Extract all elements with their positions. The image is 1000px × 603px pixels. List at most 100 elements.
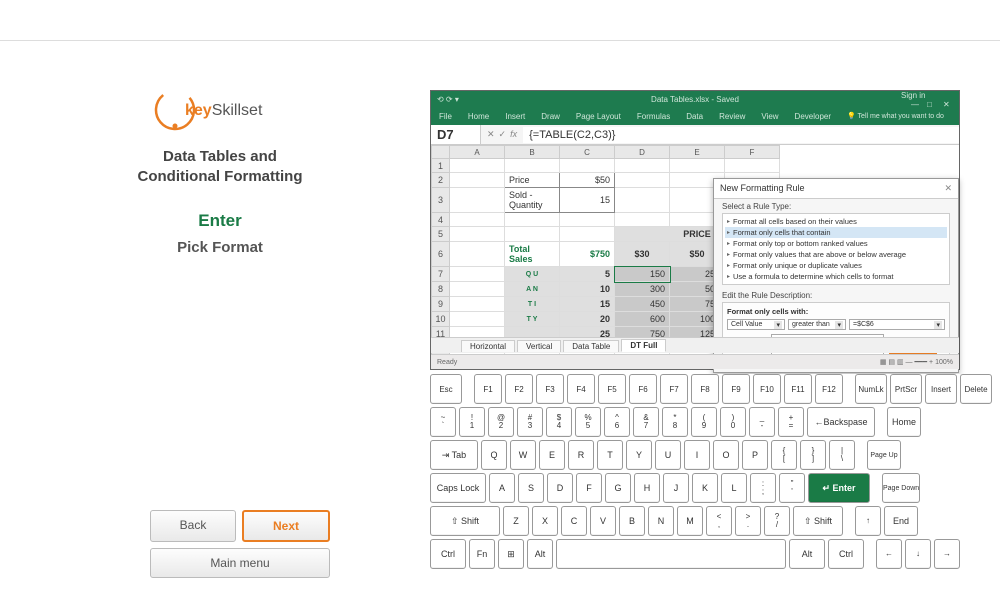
key[interactable]: {[: [771, 440, 797, 470]
confirm-formula-icon[interactable]: ✓: [499, 129, 507, 140]
key[interactable]: Home: [887, 407, 921, 437]
key[interactable]: F4: [567, 374, 595, 404]
condition-operator-combo[interactable]: greater than: [788, 319, 846, 330]
key[interactable]: F3: [536, 374, 564, 404]
key[interactable]: ⇧ Shift: [430, 506, 500, 536]
rule-option[interactable]: Format only values that are above or bel…: [725, 249, 947, 260]
key[interactable]: !1: [459, 407, 485, 437]
key[interactable]: _-: [749, 407, 775, 437]
key[interactable]: C: [561, 506, 587, 536]
formula-input[interactable]: {=TABLE(C2,C3)}: [523, 127, 959, 143]
ribbon-tab-draw[interactable]: Draw: [537, 110, 564, 123]
key[interactable]: :;: [750, 473, 776, 503]
key[interactable]: F8: [691, 374, 719, 404]
rule-option[interactable]: Format only cells that contain: [725, 227, 947, 238]
condition-field-combo[interactable]: Cell Value: [727, 319, 785, 330]
key[interactable]: W: [510, 440, 536, 470]
key[interactable]: Q: [481, 440, 507, 470]
sheet-tab[interactable]: Vertical: [517, 340, 561, 352]
key[interactable]: Page Up: [867, 440, 901, 470]
enter-key[interactable]: ↵ Enter: [808, 473, 870, 503]
sheet-tab[interactable]: DT Full: [621, 339, 666, 352]
key[interactable]: ↓: [905, 539, 931, 569]
space-key[interactable]: [556, 539, 786, 569]
ribbon-tab-data[interactable]: Data: [682, 110, 707, 123]
key[interactable]: NumLk: [855, 374, 887, 404]
key[interactable]: Esc: [430, 374, 462, 404]
key[interactable]: V: [590, 506, 616, 536]
key[interactable]: Alt: [527, 539, 553, 569]
rule-option[interactable]: Format only unique or duplicate values: [725, 260, 947, 271]
key[interactable]: F2: [505, 374, 533, 404]
fx-icon[interactable]: fx: [510, 129, 517, 140]
ribbon-tab-developer[interactable]: Developer: [791, 110, 835, 123]
key[interactable]: Y: [626, 440, 652, 470]
key[interactable]: U: [655, 440, 681, 470]
tell-me-search[interactable]: 💡 Tell me what you want to do: [843, 110, 948, 122]
ribbon-tab-pagelayout[interactable]: Page Layout: [572, 110, 625, 123]
condition-value-input[interactable]: =$C$6: [849, 319, 945, 330]
key[interactable]: $4: [546, 407, 572, 437]
key[interactable]: &7: [633, 407, 659, 437]
key[interactable]: Caps Lock: [430, 473, 486, 503]
key[interactable]: ←Backspase: [807, 407, 875, 437]
rule-type-list[interactable]: Format all cells based on their valuesFo…: [722, 213, 950, 285]
key[interactable]: %5: [575, 407, 601, 437]
key[interactable]: Page Down: [882, 473, 920, 503]
key[interactable]: B: [619, 506, 645, 536]
signin-link[interactable]: Sign in: [901, 91, 925, 100]
key[interactable]: (9: [691, 407, 717, 437]
key[interactable]: F9: [722, 374, 750, 404]
key[interactable]: Fn: [469, 539, 495, 569]
key[interactable]: F5: [598, 374, 626, 404]
rule-option[interactable]: Format all cells based on their values: [725, 216, 947, 227]
ribbon-tab-file[interactable]: File: [435, 110, 456, 123]
key[interactable]: |\: [829, 440, 855, 470]
key[interactable]: ?/: [764, 506, 790, 536]
key[interactable]: "': [779, 473, 805, 503]
key[interactable]: F1: [474, 374, 502, 404]
key[interactable]: K: [692, 473, 718, 503]
sheet-tab[interactable]: Data Table: [563, 340, 619, 352]
key[interactable]: J: [663, 473, 689, 503]
key[interactable]: E: [539, 440, 565, 470]
key[interactable]: PrtScr: [890, 374, 922, 404]
key[interactable]: Insert: [925, 374, 957, 404]
key[interactable]: ~`: [430, 407, 456, 437]
key[interactable]: *8: [662, 407, 688, 437]
key[interactable]: ⇥ Tab: [430, 440, 478, 470]
key[interactable]: S: [518, 473, 544, 503]
next-button[interactable]: Next: [242, 510, 330, 542]
key[interactable]: R: [568, 440, 594, 470]
close-icon[interactable]: ✕: [943, 100, 953, 108]
key[interactable]: F6: [629, 374, 657, 404]
key[interactable]: ↑: [855, 506, 881, 536]
key[interactable]: Alt: [789, 539, 825, 569]
key[interactable]: L: [721, 473, 747, 503]
ribbon-tab-view[interactable]: View: [757, 110, 782, 123]
ribbon-tab-review[interactable]: Review: [715, 110, 749, 123]
key[interactable]: ←: [876, 539, 902, 569]
key[interactable]: End: [884, 506, 918, 536]
key[interactable]: ^6: [604, 407, 630, 437]
back-button[interactable]: Back: [150, 510, 236, 542]
key[interactable]: Z: [503, 506, 529, 536]
key[interactable]: ⊞: [498, 539, 524, 569]
key[interactable]: T: [597, 440, 623, 470]
cancel-formula-icon[interactable]: ✕: [487, 129, 495, 140]
rule-option[interactable]: Use a formula to determine which cells t…: [725, 271, 947, 282]
key[interactable]: F12: [815, 374, 843, 404]
key[interactable]: G: [605, 473, 631, 503]
main-menu-button[interactable]: Main menu: [150, 548, 330, 578]
key[interactable]: F10: [753, 374, 781, 404]
maximize-icon[interactable]: □: [927, 100, 937, 108]
key[interactable]: @2: [488, 407, 514, 437]
key[interactable]: A: [489, 473, 515, 503]
key[interactable]: #3: [517, 407, 543, 437]
dialog-close-icon[interactable]: ✕: [944, 183, 952, 194]
key[interactable]: ⇧ Shift: [793, 506, 843, 536]
key[interactable]: }]: [800, 440, 826, 470]
key[interactable]: F11: [784, 374, 812, 404]
sheet-tab[interactable]: Horizontal: [461, 340, 515, 352]
key[interactable]: O: [713, 440, 739, 470]
